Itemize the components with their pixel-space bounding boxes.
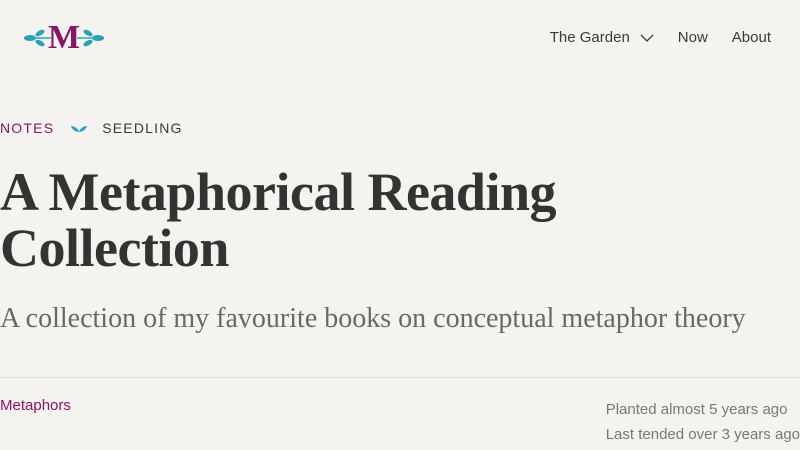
nav-now-label: Now — [677, 29, 708, 46]
page-title: A Metaphorical Reading Collection — [0, 162, 556, 278]
chevron-down-icon — [640, 34, 654, 42]
breadcrumb: NOTES SEEDLING — [0, 120, 183, 136]
divider — [0, 377, 800, 378]
last-tended-date: Last tended over 3 years ago — [605, 426, 800, 443]
growth-stage-label: SEEDLING — [102, 120, 183, 136]
nav-the-garden[interactable]: The Garden — [550, 29, 654, 46]
planted-date: Planted almost 5 years ago — [605, 401, 788, 418]
main-nav: The Garden Now About — [550, 29, 771, 46]
nav-about[interactable]: About — [732, 29, 771, 46]
page-subtitle: A collection of my favourite books on co… — [0, 303, 746, 334]
nav-now[interactable]: Now — [678, 29, 708, 46]
nav-the-garden-label: The Garden — [549, 29, 630, 46]
note-dates: Planted almost 5 years ago Last tended o… — [606, 397, 800, 447]
seedling-icon — [70, 123, 88, 133]
topic-tag-link[interactable]: Metaphors — [0, 397, 71, 414]
site-logo[interactable]: M — [22, 18, 106, 58]
leaf-branch-right-icon — [77, 29, 104, 47]
nav-about-label: About — [731, 29, 771, 46]
breadcrumb-notes-link[interactable]: NOTES — [0, 120, 54, 136]
